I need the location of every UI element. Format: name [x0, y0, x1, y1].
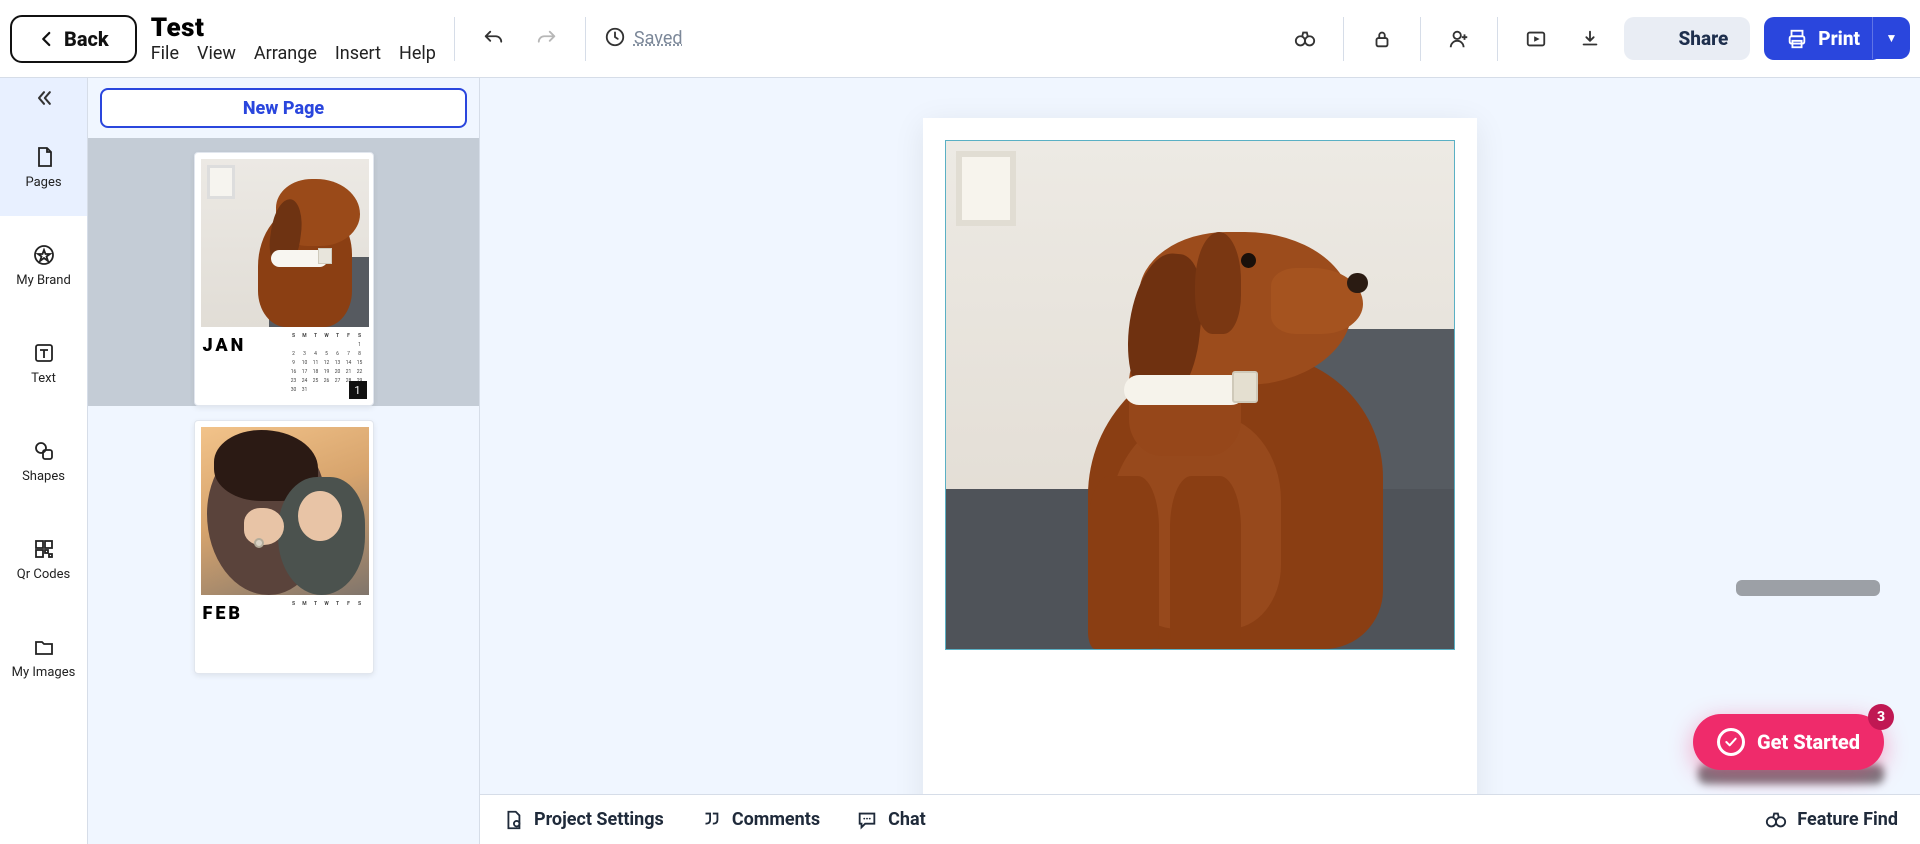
- saved-label: Saved: [634, 28, 683, 49]
- history-icon: [604, 26, 626, 52]
- print-button[interactable]: Print: [1764, 17, 1882, 60]
- saved-status[interactable]: Saved: [604, 26, 683, 52]
- chat-button[interactable]: Chat: [856, 809, 926, 831]
- divider: [1420, 17, 1421, 61]
- collapse-rail-button[interactable]: [0, 78, 87, 118]
- quote-icon: [700, 809, 722, 831]
- download-icon: [1579, 28, 1601, 50]
- thumb-calendar-grid: SMTWTFS: [289, 601, 365, 609]
- rail-my-brand[interactable]: My Brand: [0, 216, 87, 314]
- footer-bar: Project Settings Comments Chat Feature F…: [480, 794, 1920, 844]
- project-settings-button[interactable]: Project Settings: [502, 809, 664, 831]
- title-block: Test File View Arrange Insert Help: [151, 13, 436, 64]
- print-label: Print: [1818, 27, 1860, 50]
- share-label: Share: [1678, 27, 1728, 50]
- menu-arrange[interactable]: Arrange: [254, 43, 317, 64]
- tool-rail: Pages My Brand Text Shapes Qr Codes My I…: [0, 78, 88, 844]
- binoculars-icon: [1294, 28, 1316, 50]
- back-button[interactable]: Back: [10, 15, 137, 63]
- star-badge-icon: [32, 243, 56, 267]
- present-button[interactable]: [1516, 19, 1556, 59]
- feature-find-button[interactable]: Feature Find: [1765, 809, 1898, 831]
- print-group: Print ▼: [1764, 17, 1910, 60]
- divider: [1497, 17, 1498, 61]
- rail-shapes[interactable]: Shapes: [0, 412, 87, 510]
- project-title[interactable]: Test: [151, 13, 436, 43]
- view-mode-icon[interactable]: [1285, 19, 1325, 59]
- thumb-page-number: 1: [349, 381, 367, 399]
- menu-help[interactable]: Help: [399, 43, 436, 64]
- canvas-area: Get Started 3 Project Settings Comments …: [480, 78, 1920, 844]
- menu-insert[interactable]: Insert: [335, 43, 381, 64]
- rail-text[interactable]: Text: [0, 314, 87, 412]
- undo-button[interactable]: [473, 19, 513, 59]
- divider: [1343, 17, 1344, 61]
- share-button[interactable]: Share: [1624, 17, 1750, 60]
- rail-qr-codes[interactable]: Qr Codes: [0, 510, 87, 608]
- rail-my-images[interactable]: My Images: [0, 608, 87, 706]
- page-thumb-2[interactable]: FEB SMTWTFS: [88, 406, 479, 674]
- play-icon: [1525, 28, 1547, 50]
- get-started-label: Get Started: [1757, 730, 1860, 754]
- workspace: Pages My Brand Text Shapes Qr Codes My I…: [0, 78, 1920, 844]
- new-page-button[interactable]: New Page: [100, 88, 467, 128]
- checkmark-icon: [1717, 728, 1745, 756]
- shapes-icon: [32, 439, 56, 463]
- get-started-button[interactable]: Get Started 3: [1693, 714, 1884, 770]
- get-started-badge: 3: [1868, 704, 1894, 730]
- send-icon: [1646, 28, 1668, 50]
- text-icon: [32, 341, 56, 365]
- chevrons-left-icon: [34, 88, 54, 108]
- redo-button: [527, 19, 567, 59]
- thumb-image: [201, 159, 369, 327]
- page-icon: [32, 145, 56, 169]
- editor-page[interactable]: [923, 118, 1477, 844]
- lock-button[interactable]: [1362, 19, 1402, 59]
- pages-panel: New Page JAN SMTWTFS12345678910111213141…: [88, 78, 480, 844]
- image-content: [946, 141, 1454, 649]
- divider: [585, 17, 586, 61]
- page-thumb-1[interactable]: JAN SMTWTFS12345678910111213141516171819…: [88, 138, 479, 406]
- divider: [454, 17, 455, 61]
- printer-icon: [1786, 28, 1808, 50]
- qr-icon: [32, 537, 56, 561]
- top-bar: Back Test File View Arrange Insert Help …: [0, 0, 1920, 78]
- user-plus-icon: [1448, 28, 1470, 50]
- back-label: Back: [64, 27, 109, 51]
- folder-icon: [32, 635, 56, 659]
- menu-bar: File View Arrange Insert Help: [151, 43, 436, 64]
- chevron-left-icon: [38, 30, 56, 48]
- zoom-control-shadow: [1736, 580, 1880, 596]
- selected-image-frame[interactable]: [945, 140, 1455, 650]
- print-dropdown[interactable]: ▼: [1872, 17, 1910, 59]
- document-gear-icon: [502, 809, 524, 831]
- rail-pages[interactable]: Pages: [0, 118, 87, 216]
- comments-button[interactable]: Comments: [700, 809, 820, 831]
- menu-file[interactable]: File: [151, 43, 179, 64]
- menu-view[interactable]: View: [197, 43, 236, 64]
- lock-icon: [1371, 28, 1393, 50]
- chat-icon: [856, 809, 878, 831]
- thumb-image: [201, 427, 369, 595]
- pages-thumb-list[interactable]: JAN SMTWTFS12345678910111213141516171819…: [88, 138, 479, 844]
- download-button[interactable]: [1570, 19, 1610, 59]
- collaborators-button[interactable]: [1439, 19, 1479, 59]
- binoculars-icon: [1765, 809, 1787, 831]
